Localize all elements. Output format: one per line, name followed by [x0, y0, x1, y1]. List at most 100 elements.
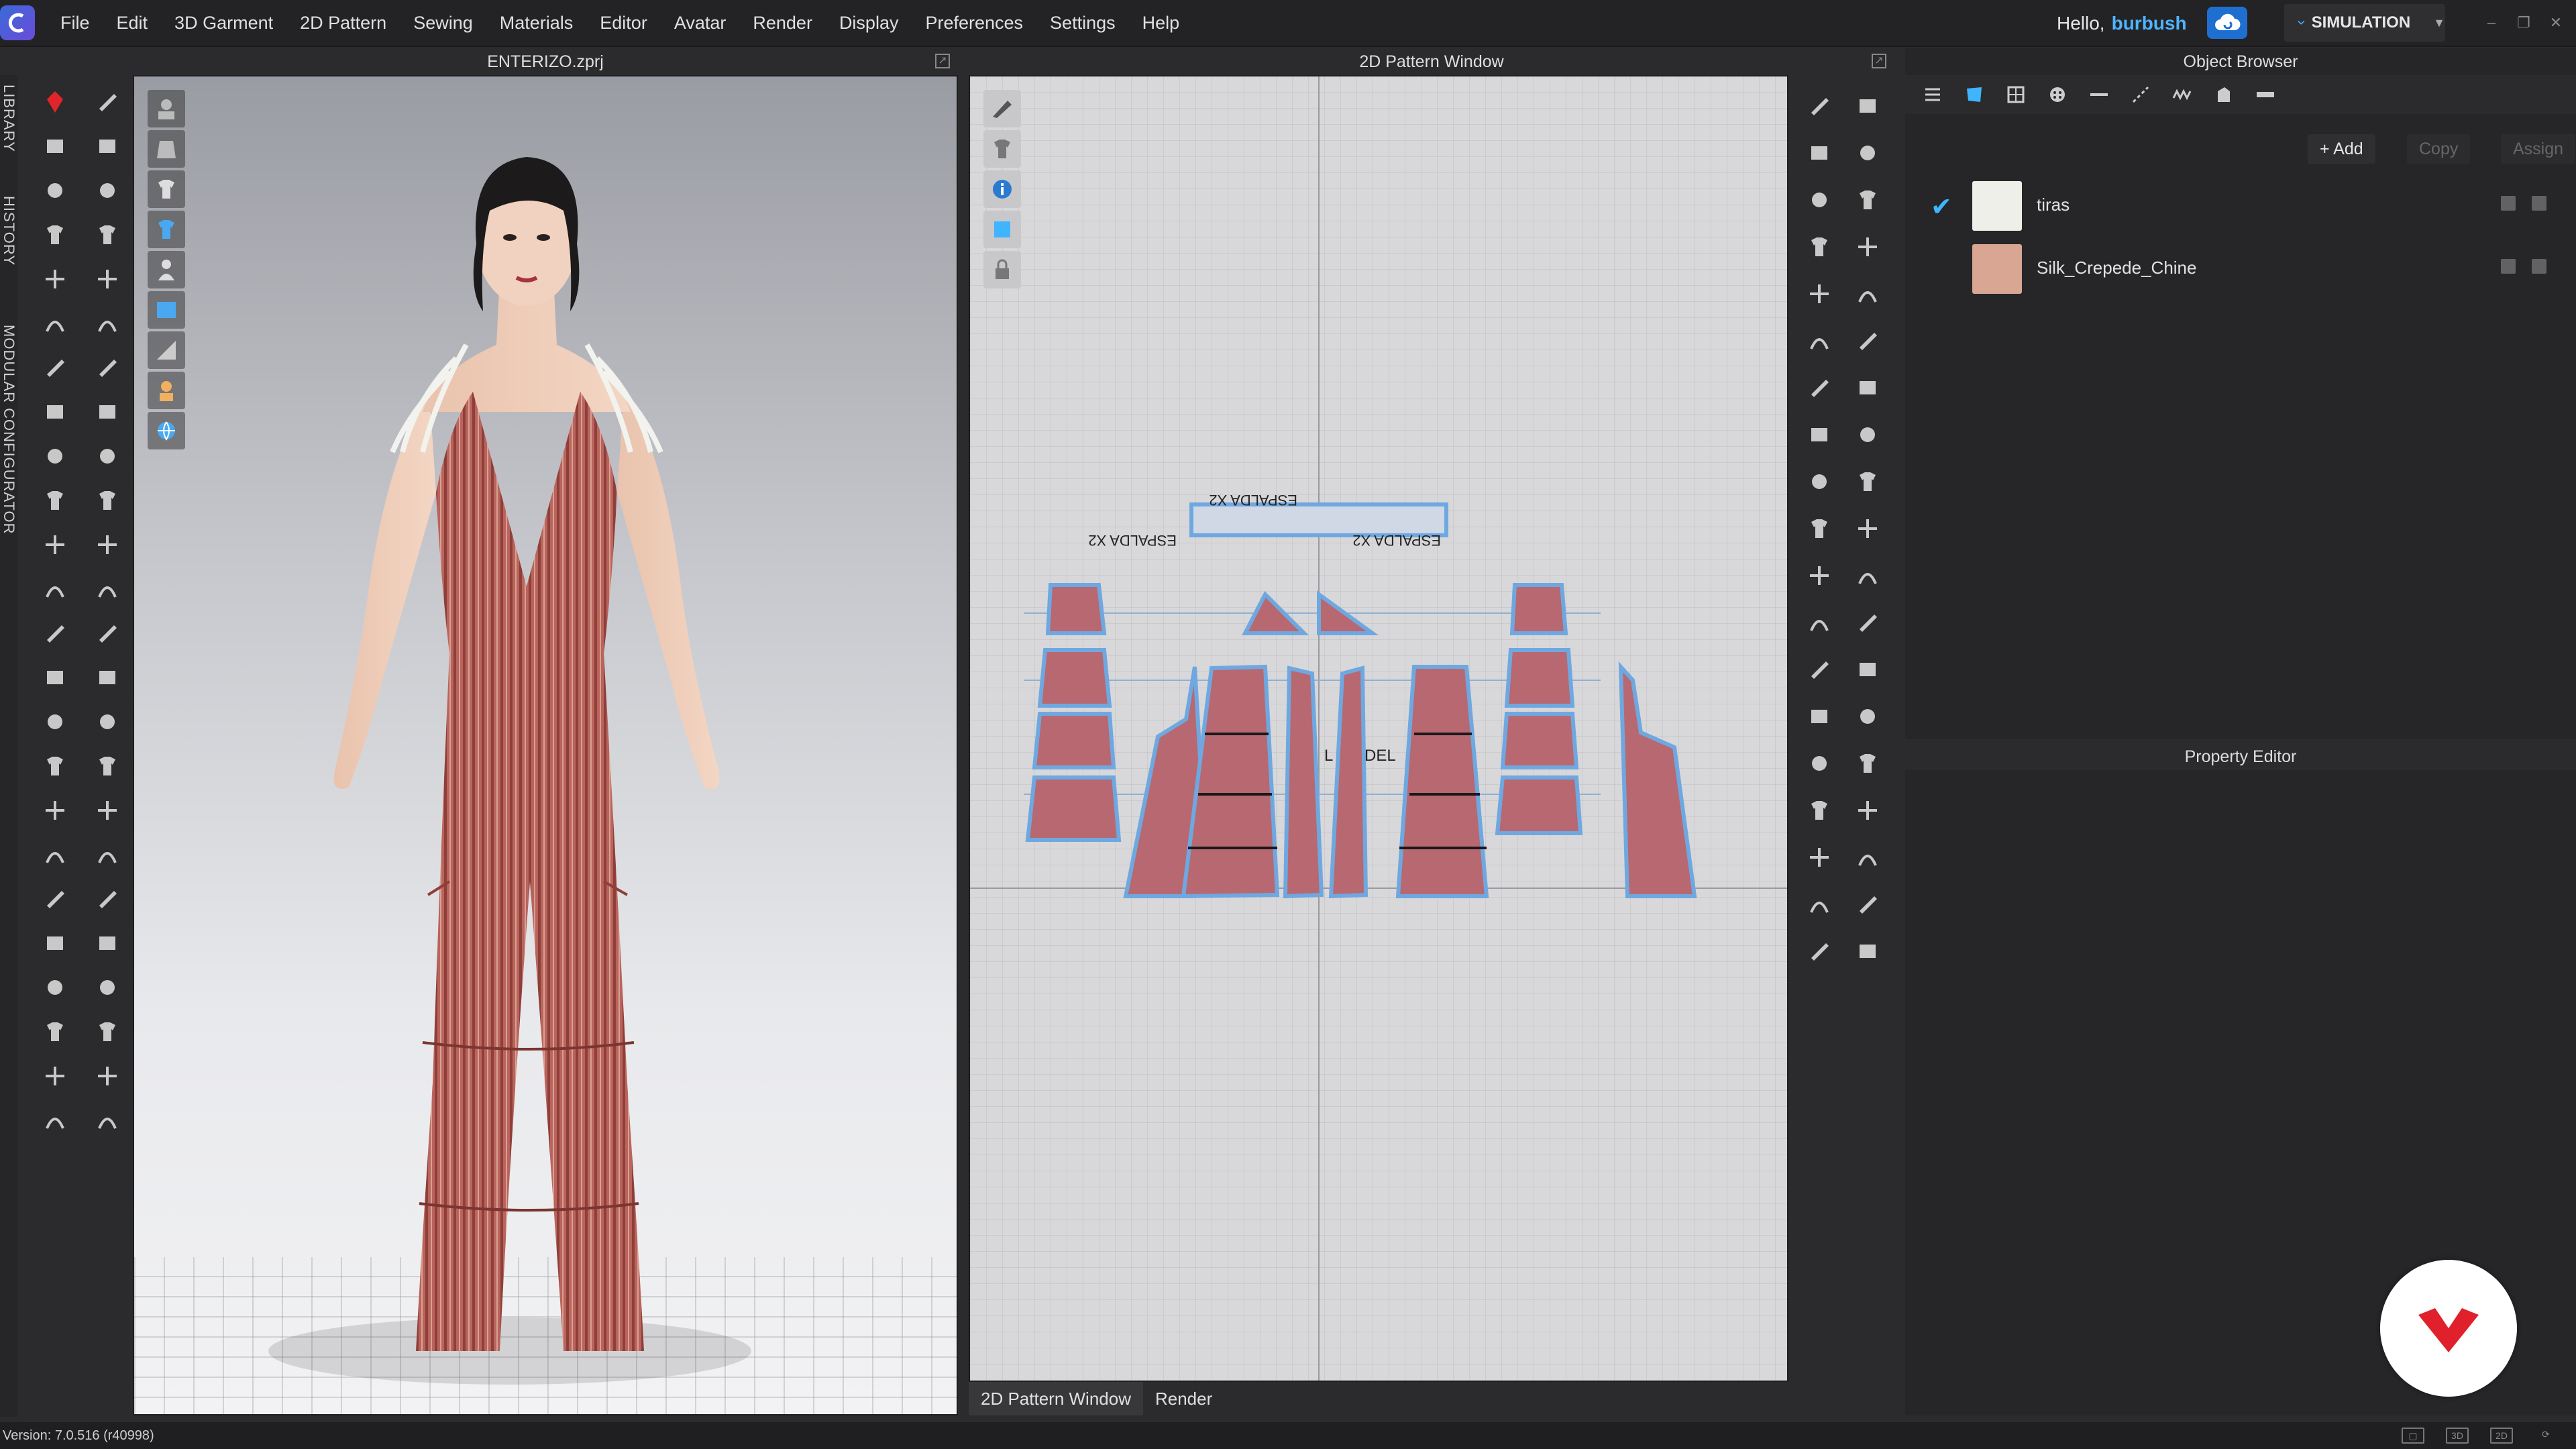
tab-history[interactable]: HISTORY — [0, 196, 17, 266]
material-delete-icon[interactable] — [2532, 259, 2546, 274]
3d-tool-icon[interactable] — [38, 262, 72, 297]
3d-tool-icon[interactable] — [38, 306, 72, 341]
2d-tool-icon[interactable] — [1850, 558, 1885, 593]
3d-tool-icon[interactable] — [90, 394, 125, 429]
3d-tool-icon[interactable] — [90, 749, 125, 784]
tab-2d-pattern-window[interactable]: 2D Pattern Window — [969, 1382, 1143, 1415]
2d-tool-icon[interactable] — [1802, 793, 1837, 828]
2d-tool-icon[interactable] — [1850, 793, 1885, 828]
2d-tool-icon[interactable] — [1850, 934, 1885, 969]
3d-tool-icon[interactable] — [90, 970, 125, 1005]
2d-tool-icon[interactable] — [1850, 699, 1885, 734]
3d-tool-icon[interactable] — [90, 527, 125, 562]
3d-tool-icon[interactable] — [38, 350, 72, 385]
3d-tool-icon[interactable] — [38, 660, 72, 695]
3d-tool-icon[interactable] — [90, 217, 125, 252]
trim-icon[interactable] — [2203, 78, 2245, 111]
2d-tool-icon[interactable] — [1802, 323, 1837, 358]
3d-tool-icon[interactable] — [38, 483, 72, 518]
2d-tool-icon[interactable] — [1850, 746, 1885, 781]
3d-tool-icon[interactable] — [38, 394, 72, 429]
material-row-silk[interactable]: Silk_Crepede_Chine — [1905, 237, 2576, 299]
2d-tool-icon[interactable] — [1802, 558, 1837, 593]
2d-tool-icon[interactable] — [1802, 276, 1837, 311]
menu-3d-garment[interactable]: 3D Garment — [161, 0, 286, 46]
2d-tool-icon[interactable] — [1850, 229, 1885, 264]
menu-display[interactable]: Display — [826, 0, 912, 46]
2d-tool-icon[interactable] — [1802, 89, 1837, 123]
2d-tool-icon[interactable] — [1850, 840, 1885, 875]
2d-tool-icon[interactable] — [1802, 370, 1837, 405]
topstitch-icon[interactable] — [2120, 78, 2161, 111]
assign-material-button[interactable]: Assign — [2501, 134, 2576, 164]
tab-modular-configurator[interactable]: MODULAR CONFIGURATOR — [0, 325, 17, 535]
3d-tool-icon[interactable] — [90, 793, 125, 828]
3d-tool-icon[interactable] — [90, 1103, 125, 1138]
3d-tool-icon[interactable] — [90, 350, 125, 385]
2d-tool-icon[interactable] — [1802, 511, 1837, 546]
copy-material-button[interactable]: Copy — [2407, 134, 2471, 164]
info-icon[interactable] — [983, 170, 1021, 208]
2d-tool-icon[interactable] — [1802, 229, 1837, 264]
skin-icon[interactable] — [148, 372, 185, 409]
2d-tool-icon[interactable] — [1850, 887, 1885, 922]
3d-tool-icon[interactable] — [38, 970, 72, 1005]
menu-render[interactable]: Render — [739, 0, 826, 46]
texture-icon[interactable] — [148, 211, 185, 248]
menu-sewing[interactable]: Sewing — [400, 0, 486, 46]
close-icon[interactable]: ✕ — [2546, 13, 2565, 32]
3d-tool-icon[interactable] — [38, 173, 72, 208]
2d-tool-icon[interactable] — [1802, 840, 1837, 875]
menu-2d-pattern[interactable]: 2D Pattern — [286, 0, 400, 46]
3d-tool-icon[interactable] — [90, 1059, 125, 1093]
3d-tool-icon[interactable] — [90, 262, 125, 297]
lock-icon[interactable] — [983, 251, 1021, 288]
3d-viewport[interactable] — [133, 75, 958, 1415]
menu-preferences[interactable]: Preferences — [912, 0, 1036, 46]
3d-tool-icon[interactable] — [38, 616, 72, 651]
avatar-icon[interactable] — [148, 251, 185, 288]
3d-tool-icon[interactable] — [90, 1014, 125, 1049]
3d-tool-icon[interactable] — [90, 85, 125, 119]
3d-tool-icon[interactable] — [38, 1014, 72, 1049]
zipper-icon[interactable] — [2245, 78, 2286, 111]
3d-tool-icon[interactable] — [90, 173, 125, 208]
2d-tool-icon[interactable] — [1802, 887, 1837, 922]
3d-tool-icon[interactable] — [38, 881, 72, 916]
2d-tool-icon[interactable] — [1802, 934, 1837, 969]
pattern-canvas[interactable]: ESPALDA X2 ESPALDA X2 ESPALDA X2 L DEL — [970, 76, 1788, 1382]
material-row-tiras[interactable]: ✔ tiras — [1905, 174, 2576, 236]
undock-icon[interactable]: ↗ — [1872, 54, 1886, 68]
3d-tool-icon[interactable] — [38, 129, 72, 164]
3d-tool-icon[interactable] — [38, 1059, 72, 1093]
avatar-model[interactable] — [134, 76, 958, 1415]
3d-tool-icon[interactable] — [38, 704, 72, 739]
3d-tool-icon[interactable] — [90, 439, 125, 474]
refresh-icon[interactable]: ⟳ — [2534, 1428, 2557, 1444]
3d-tool-icon[interactable] — [38, 217, 72, 252]
buttonhole-icon[interactable] — [2078, 78, 2120, 111]
minimize-icon[interactable]: – — [2482, 13, 2501, 32]
2d-tool-icon[interactable] — [1850, 136, 1885, 170]
3d-tool-icon[interactable] — [38, 572, 72, 606]
2d-tool-icon[interactable] — [1850, 511, 1885, 546]
menu-avatar[interactable]: Avatar — [661, 0, 740, 46]
surface-icon[interactable] — [148, 291, 185, 329]
tab-library[interactable]: LIBRARY — [0, 85, 17, 152]
3d-tool-icon[interactable] — [38, 439, 72, 474]
view-2d-icon[interactable]: 2D — [2490, 1428, 2513, 1444]
material-delete-icon[interactable] — [2532, 196, 2546, 211]
3d-tool-icon[interactable] — [38, 793, 72, 828]
fabric-icon[interactable] — [1953, 78, 1995, 111]
3d-tool-icon[interactable] — [38, 837, 72, 872]
menu-edit[interactable]: Edit — [103, 0, 162, 46]
3d-tool-icon[interactable] — [90, 660, 125, 695]
graphic-icon[interactable] — [1995, 78, 2037, 111]
3d-tool-icon[interactable] — [90, 926, 125, 961]
3d-tool-icon[interactable] — [90, 129, 125, 164]
3d-tool-icon[interactable] — [90, 881, 125, 916]
globe-icon[interactable] — [148, 412, 185, 449]
3d-tool-icon[interactable] — [90, 837, 125, 872]
2d-tool-icon[interactable] — [1850, 370, 1885, 405]
shirt-icon[interactable] — [148, 170, 185, 208]
